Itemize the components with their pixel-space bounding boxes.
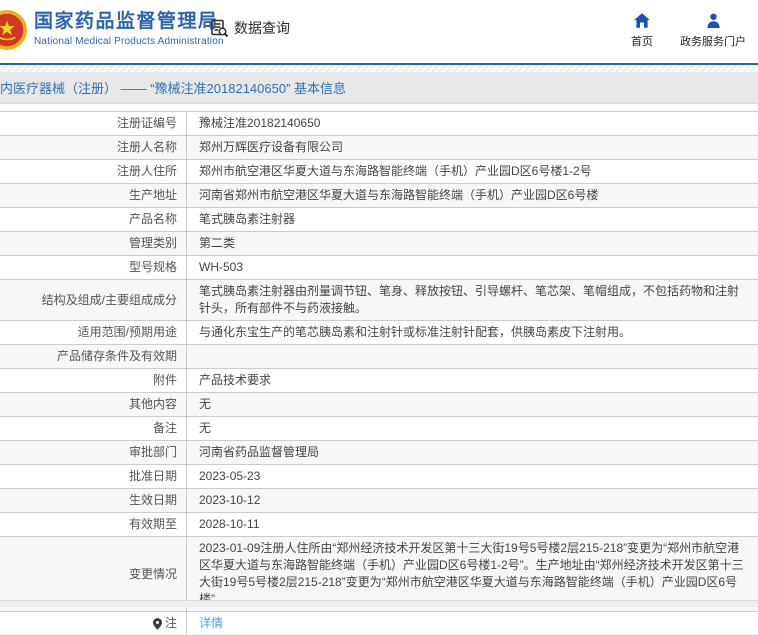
document-search-icon: [210, 19, 229, 38]
data-query-nav[interactable]: 数据查询: [210, 18, 290, 38]
row-label: 审批部门: [0, 441, 187, 464]
stripe-band: [0, 65, 758, 72]
row-value: 河南省郑州市航空港区华夏大道与东海路智能终端（手机）产业园D区6号楼: [187, 184, 758, 207]
nav-home-label: 首页: [628, 33, 656, 49]
nav-portal-label: 政务服务门户: [678, 33, 748, 49]
row-value: 2023-10-12: [187, 489, 758, 512]
table-row: 其他内容无: [0, 392, 758, 416]
table-row: 批准日期2023-05-23: [0, 464, 758, 488]
row-label: 产品名称: [0, 208, 187, 231]
row-value: 郑州万辉医疗设备有限公司: [187, 136, 758, 159]
nav-home[interactable]: 首页: [628, 12, 656, 49]
table-row: 附件产品技术要求: [0, 368, 758, 392]
row-value: 产品技术要求: [187, 369, 758, 392]
row-value: 河南省药品监督管理局: [187, 441, 758, 464]
row-value: 第二类: [187, 232, 758, 255]
row-value: [187, 345, 758, 368]
row-value: 笔式胰岛素注射器由剂量调节钮、笔身、释放按钮、引导螺杆、笔芯架、笔帽组成，不包括…: [187, 280, 758, 320]
row-label: 附件: [0, 369, 187, 392]
table-row: 注册人住所郑州市航空港区华夏大道与东海路智能终端（手机）产业园D区6号楼1-2号: [0, 159, 758, 183]
footer-band: [0, 600, 758, 607]
table-row: 注册人名称郑州万辉医疗设备有限公司: [0, 135, 758, 159]
row-value: 无: [187, 417, 758, 440]
row-label: 型号规格: [0, 256, 187, 279]
table-row: 适用范围/预期用途与通化东宝生产的笔芯胰岛素和注射针或标准注射针配套，供胰岛素皮…: [0, 320, 758, 344]
national-emblem-icon: [0, 9, 28, 51]
spacer: [0, 104, 758, 111]
row-label: 备注: [0, 417, 187, 440]
table-row: 产品储存条件及有效期: [0, 344, 758, 368]
row-value: WH-503: [187, 256, 758, 279]
row-label: 注册人名称: [0, 136, 187, 159]
breadcrumb: 内医疗器械（注册） —— “豫械注准20182140650” 基本信息: [0, 78, 346, 97]
table-row: 结构及组成/主要组成成分笔式胰岛素注射器由剂量调节钮、笔身、释放按钮、引导螺杆、…: [0, 279, 758, 320]
row-label: 注册人住所: [0, 160, 187, 183]
table-row: 管理类别第二类: [0, 231, 758, 255]
row-value: 无: [187, 393, 758, 416]
table-row: 审批部门河南省药品监督管理局: [0, 440, 758, 464]
site-header: 国家药品监督管理局 National Medical Products Admi…: [0, 0, 758, 63]
row-label: 结构及组成/主要组成成分: [0, 280, 187, 320]
table-row: 生效日期2023-10-12: [0, 488, 758, 512]
row-label: 注: [0, 612, 187, 635]
row-label: 注册证编号: [0, 112, 187, 135]
row-value: 详情: [187, 612, 758, 635]
org-name: 国家药品监督管理局: [34, 10, 224, 34]
table-row: 型号规格WH-503: [0, 255, 758, 279]
row-label: 有效期至: [0, 513, 187, 536]
person-icon: [678, 12, 748, 28]
row-label: 其他内容: [0, 393, 187, 416]
data-query-label: 数据查询: [234, 18, 290, 38]
nav-portal[interactable]: 政务服务门户: [678, 12, 748, 49]
row-value: 与通化东宝生产的笔芯胰岛素和注射针或标准注射针配套，供胰岛素皮下注射用。: [187, 321, 758, 344]
org-name-en: National Medical Products Administration: [34, 36, 224, 47]
table-row: 注详情: [0, 611, 758, 635]
table-row: 注册证编号豫械注准20182140650: [0, 112, 758, 135]
row-value: 2028-10-11: [187, 513, 758, 536]
row-label: 批准日期: [0, 465, 187, 488]
pin-icon: [153, 618, 162, 630]
row-label: 生效日期: [0, 489, 187, 512]
org-logo-block: 国家药品监督管理局 National Medical Products Admi…: [34, 10, 224, 47]
info-table: 注册证编号豫械注准20182140650注册人名称郑州万辉医疗设备有限公司注册人…: [0, 111, 758, 636]
row-label: 产品储存条件及有效期: [0, 345, 187, 368]
row-label: 生产地址: [0, 184, 187, 207]
row-value: 笔式胰岛素注射器: [187, 208, 758, 231]
detail-link[interactable]: 详情: [199, 615, 223, 632]
row-value: 豫械注准20182140650: [187, 112, 758, 135]
table-row: 备注无: [0, 416, 758, 440]
row-label: 管理类别: [0, 232, 187, 255]
table-row: 有效期至2028-10-11: [0, 512, 758, 536]
table-row: 产品名称笔式胰岛素注射器: [0, 207, 758, 231]
table-row: 生产地址河南省郑州市航空港区华夏大道与东海路智能终端（手机）产业园D区6号楼: [0, 183, 758, 207]
row-label: 适用范围/预期用途: [0, 321, 187, 344]
row-value: 2023-05-23: [187, 465, 758, 488]
home-icon: [628, 12, 656, 28]
row-value: 郑州市航空港区华夏大道与东海路智能终端（手机）产业园D区6号楼1-2号: [187, 160, 758, 183]
page-title-bar: 内医疗器械（注册） —— “豫械注准20182140650” 基本信息: [0, 72, 758, 104]
